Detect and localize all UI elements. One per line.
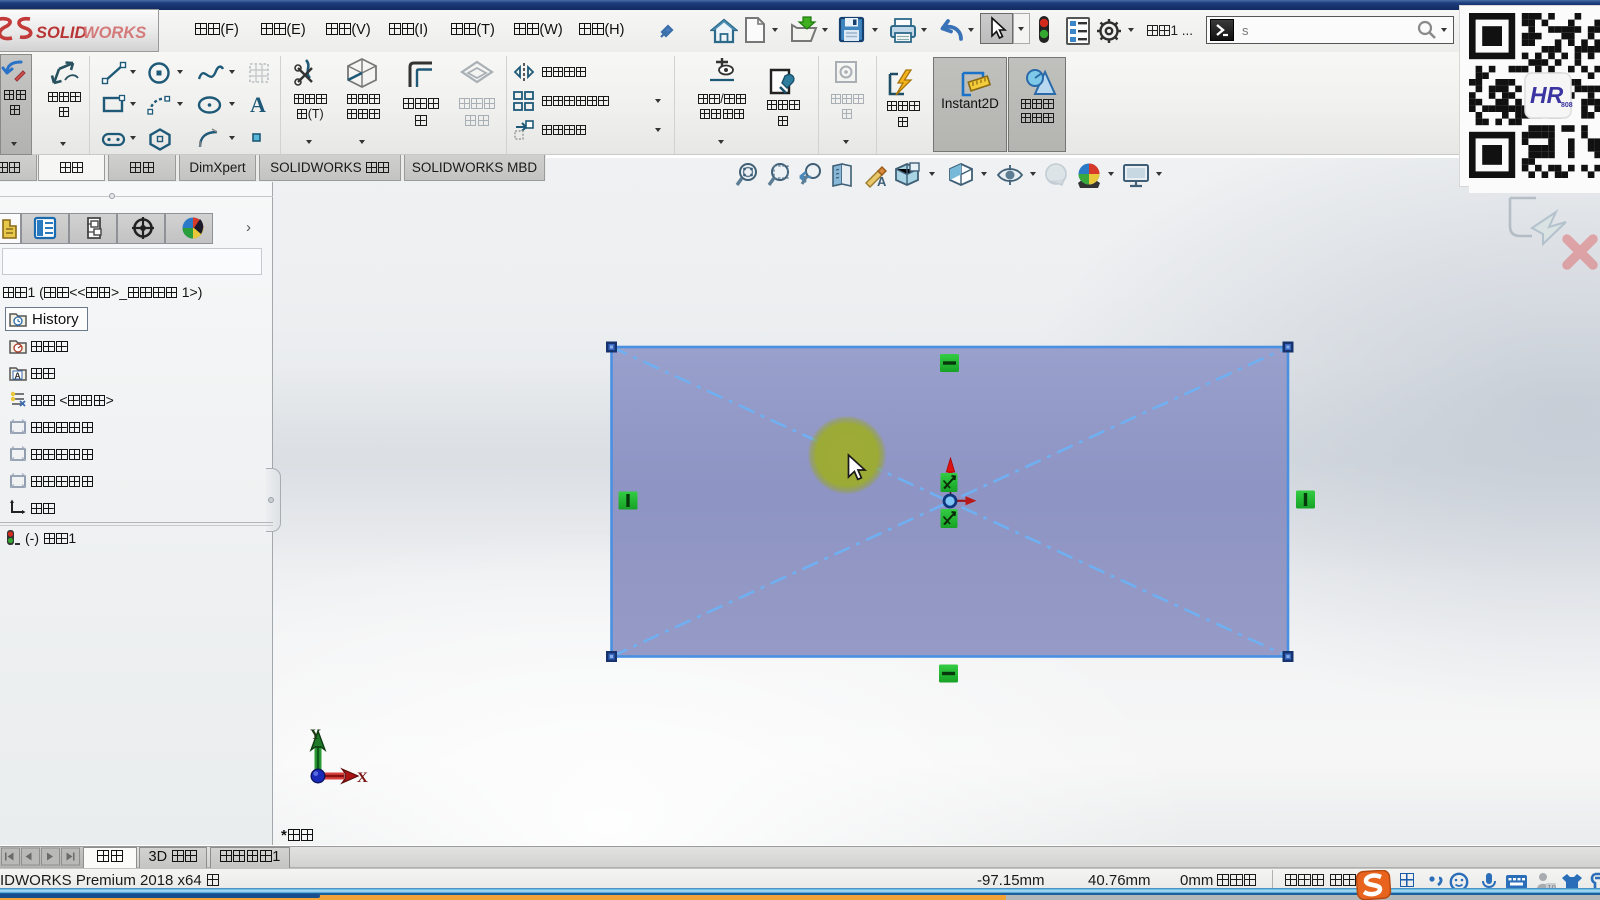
svg-text:A: A	[15, 371, 21, 381]
svg-text:Y: Y	[310, 727, 321, 743]
svg-text:HR: HR	[1530, 82, 1564, 108]
svg-text:808: 808	[1561, 102, 1573, 109]
svg-text:X: X	[357, 770, 368, 786]
svg-text:WORKS: WORKS	[83, 24, 146, 42]
svg-text:SOLID: SOLID	[36, 24, 87, 42]
